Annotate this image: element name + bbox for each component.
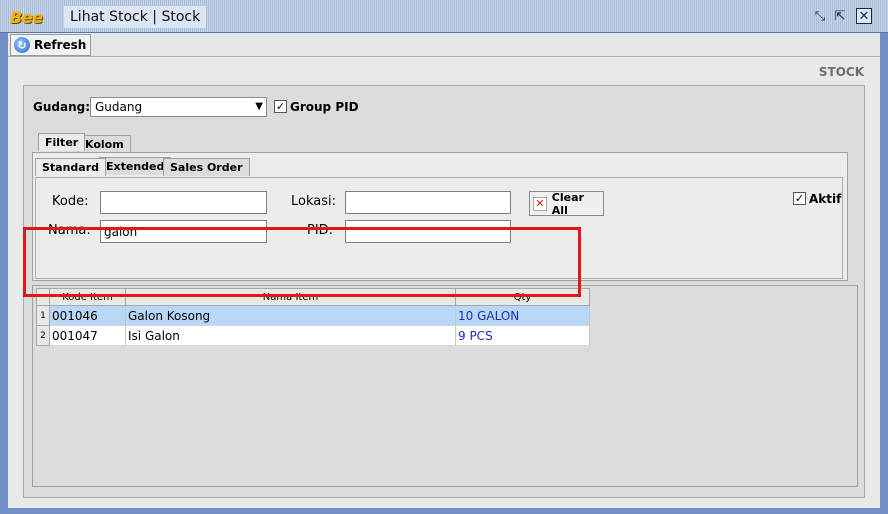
row-number-header [36, 288, 50, 306]
subtab-standard[interactable]: Standard [35, 158, 107, 176]
toolbar: ↻ Refresh [8, 33, 880, 57]
stock-grid-area: Kode Item Nama Item Qty 1 001046 Galon K… [32, 285, 858, 487]
clear-icon: ✕ [533, 196, 547, 211]
table-header-row: Kode Item Nama Item Qty [36, 288, 590, 306]
column-header-kode-item[interactable]: Kode Item [49, 288, 126, 306]
restore-icon[interactable]: ⤡ [812, 8, 828, 24]
bee-logo: Bee [10, 7, 43, 27]
column-header-qty[interactable]: Qty [455, 288, 590, 306]
stock-table: Kode Item Nama Item Qty 1 001046 Galon K… [36, 288, 590, 346]
clear-all-button[interactable]: ✕ Clear All [529, 190, 604, 217]
tab-filter-label: Filter [45, 136, 79, 149]
subtab-standard-label: Standard [42, 161, 100, 174]
filter-panel: Standard Extended Sales Order Kode: Nama… [32, 152, 848, 281]
cell-kode-item[interactable]: 001046 [49, 305, 126, 326]
subtab-extended[interactable]: Extended [99, 157, 172, 175]
gudang-select[interactable]: Gudang ▼ [90, 97, 267, 117]
cell-kode-item[interactable]: 001047 [49, 325, 126, 346]
tab-filter[interactable]: Filter [38, 133, 86, 151]
subtab-sales-order-label: Sales Order [170, 161, 243, 174]
window-title: Lihat Stock | Stock [64, 6, 207, 28]
table-row[interactable]: 1 001046 Galon Kosong 10 GALON [36, 305, 590, 326]
cell-qty[interactable]: 9 PCS [455, 325, 590, 346]
section-label: STOCK [818, 65, 864, 79]
cell-nama-item[interactable]: Galon Kosong [125, 305, 456, 326]
cell-nama-item[interactable]: Isi Galon [125, 325, 456, 346]
maximize-icon[interactable]: ⇱ [832, 8, 848, 24]
subtab-extended-label: Extended [106, 160, 165, 173]
title-bar[interactable]: Bee Lihat Stock | Stock ⤡ ⇱ ✕ [0, 0, 888, 33]
lokasi-label: Lokasi: [291, 194, 336, 209]
chevron-down-icon[interactable]: ▼ [255, 101, 263, 112]
gudang-select-value: Gudang [95, 100, 143, 114]
aktif-label: Aktif [809, 192, 842, 206]
group-pid-checkbox[interactable]: ✓ [274, 100, 287, 113]
nama-label: Nama: [48, 223, 91, 238]
row-number: 2 [36, 325, 50, 346]
table-row[interactable]: 2 001047 Isi Galon 9 PCS [36, 325, 590, 346]
filter-fields: Kode: Nama: galon Lokasi: PID: ✕ Clear A… [35, 177, 843, 279]
column-header-nama-item[interactable]: Nama Item [125, 288, 456, 306]
cell-qty[interactable]: 10 GALON [455, 305, 590, 326]
refresh-label: Refresh [34, 38, 87, 52]
gudang-label: Gudang: [33, 100, 91, 114]
stock-panel: Gudang: Gudang ▼ ✓ Group PID Filter Kolo… [23, 85, 865, 498]
row-number: 1 [36, 305, 50, 326]
kode-label: Kode: [52, 194, 89, 209]
lihat-stock-window: Bee Lihat Stock | Stock ⤡ ⇱ ✕ ↻ Refresh … [0, 0, 888, 514]
tab-kolom-label: Kolom [85, 138, 124, 151]
refresh-button[interactable]: ↻ Refresh [10, 34, 92, 56]
subtab-sales-order[interactable]: Sales Order [163, 158, 250, 176]
pid-label: PID: [307, 223, 334, 238]
nama-input[interactable]: galon [100, 220, 267, 243]
pid-input[interactable] [345, 220, 511, 243]
lokasi-input[interactable] [345, 191, 511, 214]
tab-kolom[interactable]: Kolom [78, 135, 131, 153]
group-pid-label: Group PID [290, 100, 359, 114]
bee-logo-text: Bee [10, 7, 43, 27]
close-icon[interactable]: ✕ [856, 8, 872, 24]
refresh-icon: ↻ [14, 37, 30, 53]
kode-input[interactable] [100, 191, 267, 214]
clear-all-label: Clear All [551, 190, 584, 217]
main-content: STOCK Gudang: Gudang ▼ ✓ Group PID Filte… [8, 57, 880, 508]
aktif-checkbox[interactable]: ✓ [793, 192, 806, 205]
